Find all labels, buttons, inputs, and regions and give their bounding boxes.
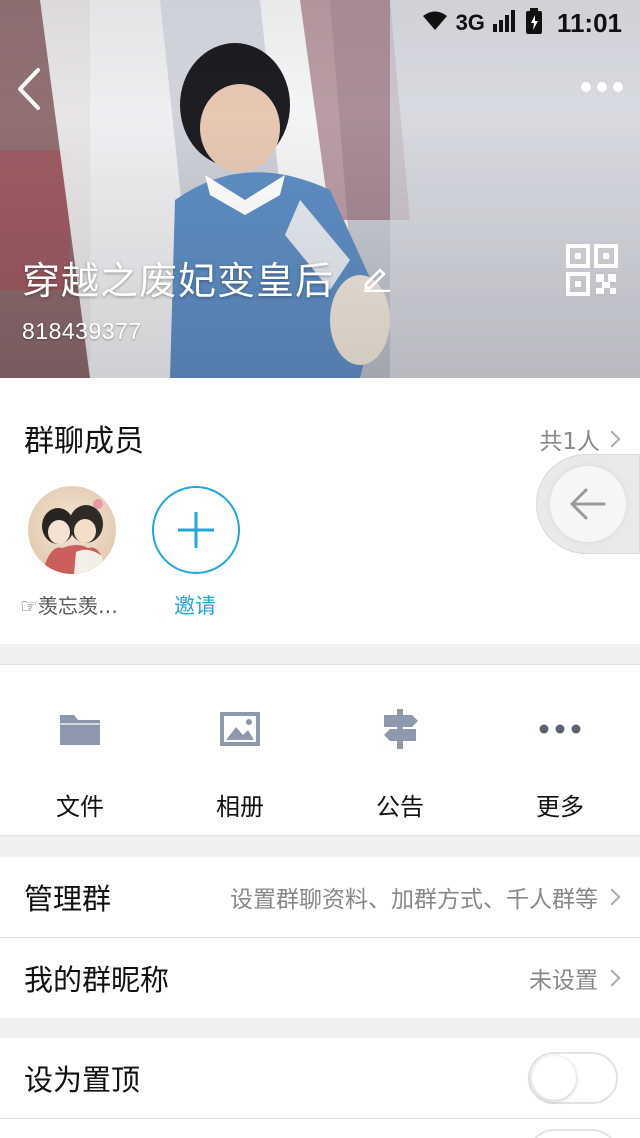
pin-top-toggle[interactable] xyxy=(528,1052,618,1104)
network-type: 3G xyxy=(455,10,485,35)
chevron-right-icon xyxy=(603,430,621,448)
toggle-knob xyxy=(532,1056,576,1100)
invite-button[interactable] xyxy=(152,486,240,574)
next-row-partial xyxy=(0,1119,640,1138)
member-count-link[interactable]: 共1人 xyxy=(539,422,621,456)
group-id: 818439377 xyxy=(22,318,142,344)
action-more[interactable]: 更多 xyxy=(480,665,640,837)
member-count: 共1人 xyxy=(539,429,600,455)
back-arrow-icon xyxy=(18,68,40,110)
manage-group-value-wrap: 设置群聊资料、加群方式、千人群等 xyxy=(230,880,621,914)
action-label: 文件 xyxy=(56,793,104,821)
wifi-icon xyxy=(422,10,448,36)
members-section: 群聊成员 共1人 ☞羡忘羡… 邀请 xyxy=(0,378,640,644)
floating-back-inner xyxy=(550,466,626,542)
pin-top-row: 设为置顶 xyxy=(0,1038,640,1118)
dot xyxy=(613,82,623,92)
pin-top-label: 设为置顶 xyxy=(24,1063,141,1097)
battery-icon xyxy=(525,8,543,38)
dot xyxy=(597,82,607,92)
group-name: 穿越之废妃变皇后 xyxy=(22,259,335,303)
more-dots-icon xyxy=(539,724,581,734)
image-icon xyxy=(220,712,260,746)
back-button[interactable] xyxy=(10,62,50,116)
member-name: ☞羡忘羡… xyxy=(20,594,118,618)
dot xyxy=(581,82,591,92)
group-header: 3G 11:01 穿越之废妃变皇后 818439377 xyxy=(0,0,640,378)
chevron-right-icon xyxy=(603,969,621,987)
next-toggle[interactable] xyxy=(528,1129,618,1138)
group-nickname-value: 未设置 xyxy=(529,968,598,994)
action-announcement[interactable]: 公告 xyxy=(320,665,480,837)
action-label: 相册 xyxy=(216,793,264,821)
clock: 11:01 xyxy=(556,7,622,38)
plus-icon xyxy=(178,512,214,548)
action-label: 更多 xyxy=(536,793,584,821)
floating-back-button[interactable] xyxy=(536,454,640,554)
folder-icon xyxy=(60,715,100,745)
quick-actions: 文件 相册 公告 更多 xyxy=(0,664,640,836)
status-bar: 3G 11:01 xyxy=(422,8,622,38)
chevron-right-icon xyxy=(603,888,621,906)
invite-label: 邀请 xyxy=(174,594,216,618)
edit-name-icon[interactable] xyxy=(362,262,392,293)
member-avatar[interactable] xyxy=(28,486,116,574)
members-title: 群聊成员 xyxy=(24,424,144,459)
manage-group-row[interactable]: 管理群 设置群聊资料、加群方式、千人群等 xyxy=(0,857,640,937)
arrow-left-icon xyxy=(570,488,606,520)
action-files[interactable]: 文件 xyxy=(0,665,160,837)
manage-group-value: 设置群聊资料、加群方式、千人群等 xyxy=(230,887,598,913)
group-nickname-value-wrap: 未设置 xyxy=(529,961,621,995)
signpost-icon xyxy=(384,709,418,749)
more-options-button[interactable] xyxy=(578,72,626,102)
signal-icon xyxy=(492,10,517,36)
action-album[interactable]: 相册 xyxy=(160,665,320,837)
action-label: 公告 xyxy=(376,793,424,821)
group-nickname-label: 我的群昵称 xyxy=(24,963,170,997)
group-nickname-row[interactable]: 我的群昵称 未设置 xyxy=(0,938,640,1018)
qr-code-icon[interactable] xyxy=(566,244,618,296)
manage-group-label: 管理群 xyxy=(24,882,112,916)
